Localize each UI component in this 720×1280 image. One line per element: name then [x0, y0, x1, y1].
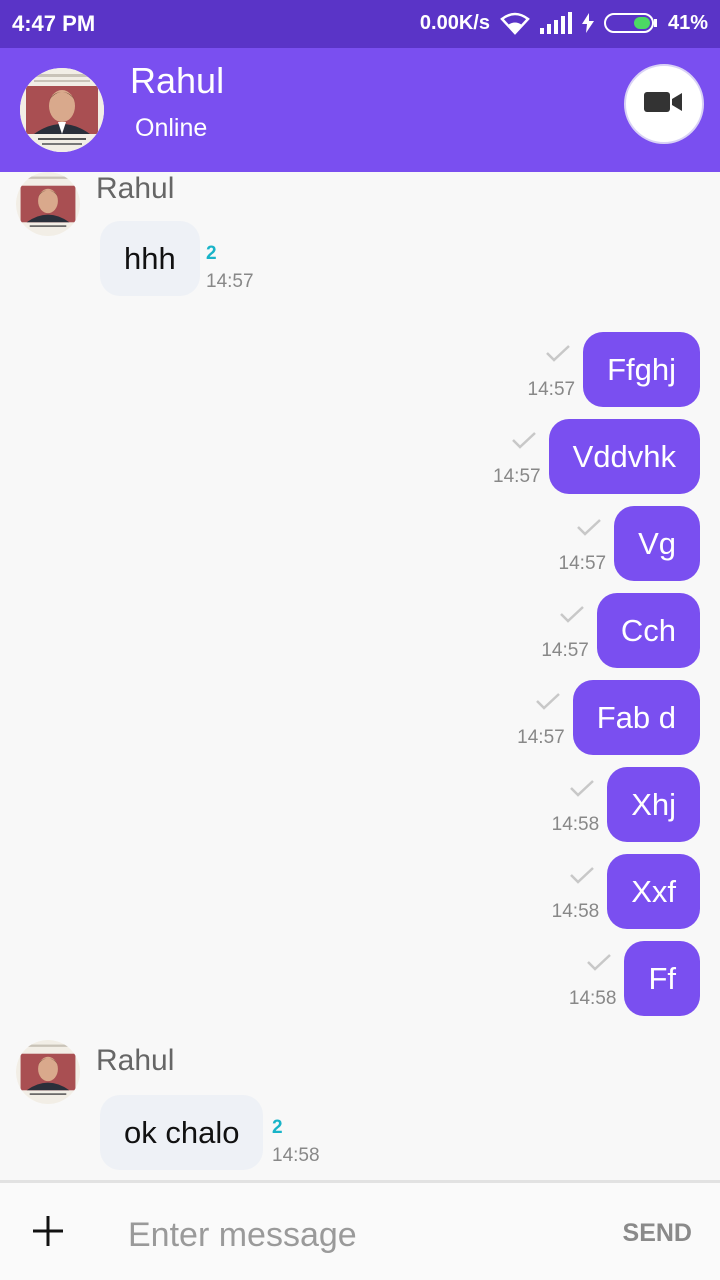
status-time: 4:47 PM — [12, 11, 96, 36]
outgoing-message-row: 14:57 Ffghj — [523, 332, 700, 407]
message-text: Xxf — [631, 873, 676, 909]
message-text: Ffghj — [607, 351, 676, 387]
message-input[interactable] — [128, 1213, 568, 1257]
message-text: Vddvhk — [572, 438, 676, 474]
message-time: 14:58 — [551, 814, 600, 835]
outgoing-message-row: 14:57 Fab d — [513, 680, 700, 755]
outgoing-message-bubble[interactable]: Xhj — [607, 767, 700, 842]
sent-check-icon — [511, 431, 537, 454]
message-text: Xhj — [631, 786, 676, 822]
outgoing-message-bubble[interactable]: Ffghj — [583, 332, 700, 407]
battery-percent: 41% — [667, 11, 708, 34]
sent-check-icon — [535, 692, 561, 715]
sent-check-icon — [569, 779, 595, 802]
outgoing-message-bubble[interactable]: Vddvhk — [548, 419, 700, 494]
sent-check-icon — [576, 518, 602, 541]
incoming-message-bubble[interactable]: ok chalo — [100, 1095, 264, 1170]
outgoing-message-bubble[interactable]: Vg — [614, 506, 700, 581]
message-time: 14:57 — [527, 379, 576, 400]
message-time: 14:57 — [517, 727, 565, 748]
network-speed: 0.00K/s — [419, 11, 490, 34]
video-camera-icon — [644, 90, 684, 119]
message-text: Ff — [648, 960, 676, 996]
outgoing-message-bubble[interactable]: Fab d — [572, 680, 700, 755]
message-time: 14:58 — [272, 1145, 320, 1166]
message-text: ok chalo — [124, 1114, 240, 1150]
chat-header: Rahul Online — [0, 48, 720, 172]
video-call-button[interactable] — [624, 64, 704, 144]
status-indicators: 0.00K/s 41% — [420, 11, 708, 35]
outgoing-message-row: 14:58 Xhj — [547, 767, 700, 842]
status-bar: 4:47 PM 0.00K/s 41% — [0, 0, 720, 48]
message-meta: 14:57 — [513, 680, 569, 755]
outgoing-message-bubble[interactable]: Xxf — [607, 854, 700, 929]
outgoing-message-bubble[interactable]: Ff — [624, 941, 700, 1016]
message-meta: 14:57 — [554, 506, 610, 581]
outgoing-message-bubble[interactable]: Cch — [596, 593, 700, 668]
message-text: hhh — [124, 240, 176, 276]
charging-icon — [581, 13, 594, 33]
message-list[interactable]: Rahul hhh 2 14:57 14:57 Ffghj 14:57 Vddv… — [0, 172, 720, 1180]
sender-avatar[interactable] — [16, 172, 80, 236]
message-meta: 14:58 — [547, 767, 603, 842]
battery-icon — [603, 12, 658, 34]
message-time: 14:57 — [558, 553, 607, 574]
message-time: 14:58 — [568, 988, 617, 1009]
outgoing-message-row: 14:57 Vg — [554, 506, 700, 581]
message-text: Vg — [638, 525, 676, 561]
sender-name: Rahul — [96, 172, 175, 205]
message-meta: 14:57 — [523, 332, 579, 407]
read-count: 2 — [206, 243, 217, 264]
message-composer: SEND — [0, 1180, 720, 1280]
incoming-message-bubble[interactable]: hhh — [100, 221, 200, 296]
contact-name: Rahul — [130, 60, 225, 101]
message-time: 14:57 — [541, 640, 589, 661]
message-meta: 14:58 — [564, 941, 620, 1016]
outgoing-message-row: 14:58 Xxf — [547, 854, 700, 929]
message-time: 14:57 — [206, 271, 254, 292]
wifi-icon — [500, 11, 530, 35]
message-time: 14:57 — [493, 466, 541, 487]
message-meta: 14:57 — [537, 593, 593, 668]
sender-name: Rahul — [96, 1044, 175, 1077]
message-text: Fab d — [596, 699, 676, 735]
message-meta: 14:58 — [547, 854, 603, 929]
send-button[interactable]: SEND — [623, 1219, 692, 1248]
message-meta: 14:57 — [489, 419, 545, 494]
sent-check-icon — [586, 953, 612, 976]
presence-status: Online — [135, 114, 208, 142]
signal-icon — [539, 12, 572, 34]
sent-check-icon — [569, 866, 595, 889]
outgoing-message-row: 14:58 Ff — [564, 941, 700, 1016]
message-time: 14:58 — [551, 901, 600, 922]
contact-avatar[interactable] — [20, 68, 104, 152]
plus-icon[interactable] — [30, 1213, 66, 1249]
sender-avatar[interactable] — [16, 1040, 80, 1104]
read-count: 2 — [272, 1117, 283, 1138]
outgoing-message-row: 14:57 Vddvhk — [489, 419, 700, 494]
sent-check-icon — [559, 605, 585, 628]
sent-check-icon — [545, 344, 571, 367]
outgoing-message-row: 14:57 Cch — [537, 593, 700, 668]
message-text: Cch — [620, 612, 676, 648]
